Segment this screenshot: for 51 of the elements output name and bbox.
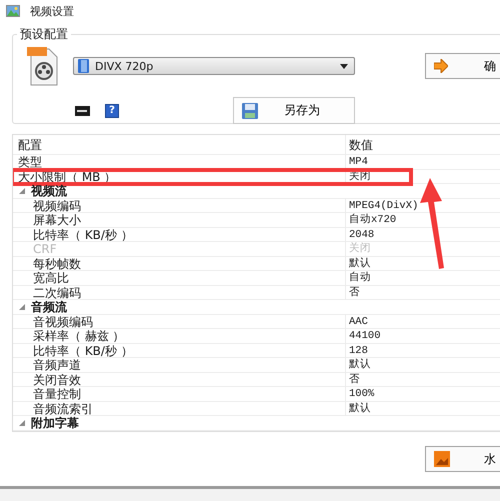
property-name: 屏幕大小	[13, 213, 346, 226]
property-value[interactable]: 默认	[346, 402, 371, 415]
property-name: 音频声道	[13, 358, 346, 372]
help-button[interactable]: ?	[105, 104, 119, 118]
film-icon	[78, 59, 89, 73]
property-value[interactable]: 2048	[346, 228, 374, 241]
property-name: 二次编码	[13, 286, 346, 299]
property-name: 音量控制	[13, 387, 346, 400]
save-as-button[interactable]: 另存为	[233, 97, 355, 124]
arrow-right-icon	[434, 59, 448, 73]
property-value[interactable]: 否	[346, 286, 360, 299]
property-name: 关闭音效	[13, 372, 346, 386]
group-title: 预设配置	[19, 26, 69, 43]
column-header[interactable]: 数值	[346, 135, 373, 154]
property-value[interactable]: MP4	[346, 155, 368, 168]
property-name: 音视频编码	[13, 314, 346, 328]
expand-triangle-icon[interactable]	[19, 188, 25, 194]
property-value[interactable]: 128	[346, 344, 368, 357]
picture-icon	[6, 5, 20, 17]
column-header[interactable]: 配置	[13, 135, 346, 154]
property-value[interactable]: MPEG4(DivX)	[346, 198, 418, 212]
property-name: 比特率（ KB/秒 ）	[13, 228, 346, 241]
property-name: 采样率（ 赫兹 ）	[13, 329, 346, 342]
category-title: 视频流	[31, 184, 67, 198]
property-name: 音频流索引	[13, 402, 346, 415]
console-icon[interactable]	[75, 106, 90, 116]
property-name: 每秒帧数	[13, 256, 346, 270]
category-title: 音频流	[31, 300, 67, 314]
property-value[interactable]: 自动x720	[346, 213, 396, 226]
ok-button[interactable]: 确	[425, 53, 500, 79]
image-icon	[434, 451, 450, 467]
property-value[interactable]: 100%	[346, 387, 374, 400]
category-title: 附加字幕	[31, 416, 79, 430]
profile-dropdown[interactable]: DIVX 720p	[73, 57, 355, 75]
video-file-icon	[27, 45, 59, 87]
property-name: CRF	[13, 242, 346, 256]
property-value[interactable]: 否	[346, 372, 360, 386]
property-value[interactable]: 44100	[346, 329, 381, 342]
property-name: 类型	[13, 155, 346, 168]
dropdown-caret-icon	[340, 64, 348, 68]
property-value[interactable]: 默认	[346, 358, 371, 372]
property-value[interactable]: 默认	[346, 256, 371, 270]
expand-triangle-icon[interactable]	[19, 420, 25, 426]
property-value[interactable]: AAC	[346, 314, 368, 328]
window-title: 视频设置	[30, 4, 74, 18]
property-name: 宽高比	[13, 271, 346, 284]
expand-triangle-icon[interactable]	[19, 304, 25, 310]
property-name: 比特率（ KB/秒 ）	[13, 344, 346, 357]
property-name: 视频编码	[13, 198, 346, 212]
property-value[interactable]: 自动	[346, 271, 371, 284]
watermark-button[interactable]: 水	[425, 446, 500, 472]
